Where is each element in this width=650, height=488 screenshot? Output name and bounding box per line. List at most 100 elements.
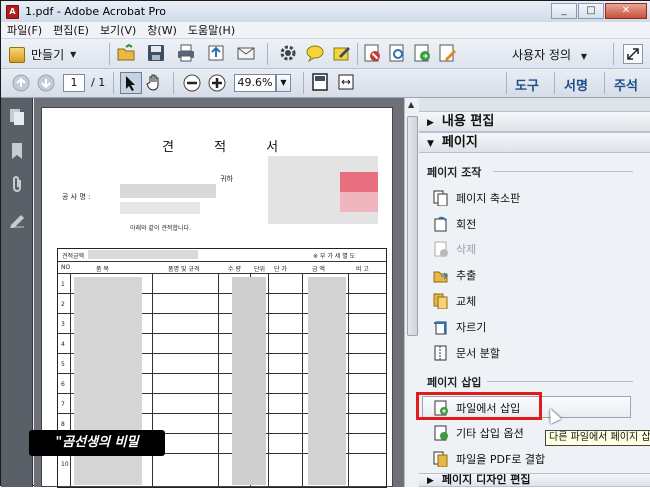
combine-icon (433, 451, 448, 467)
tool-more-insert-label: 기타 삽입 옵션 (456, 427, 524, 440)
navigation-pane (1, 98, 33, 487)
pages-thumbnail-icon[interactable] (9, 108, 25, 126)
document-title: 견 적 서 (162, 140, 297, 155)
redact-icon (364, 44, 380, 62)
more-insert-icon (434, 425, 448, 441)
tool-more-insert[interactable]: 기타 삽입 옵션 (433, 425, 524, 441)
tool-thumbnails[interactable]: 페이지 축소판 (433, 190, 520, 206)
open-button[interactable] (117, 44, 135, 62)
tab-tools[interactable]: 도구 (515, 75, 539, 94)
app-window: A 1.pdf - Adobe Acrobat Pro _ □ ✕ 파일(F) … (0, 0, 650, 488)
scroll-up-icon[interactable]: ▲ (408, 100, 414, 109)
table-header-vat: ※ 부 가 세 별 도 (313, 253, 356, 260)
column-qty: 수 량 (228, 266, 241, 273)
zoom-dropdown[interactable]: ▼ (276, 74, 291, 92)
group-insert-pages: 페이지 삽입 (427, 376, 482, 389)
redact-button[interactable] (363, 44, 381, 62)
watermark-caption: "곰선생의 비밀 (29, 430, 165, 456)
customize-dropdown[interactable]: 사용자 정의 ▼ (512, 46, 587, 63)
table-line (58, 273, 386, 274)
tool-replace[interactable]: 교체 (433, 293, 476, 309)
hand-tool-button[interactable] (146, 73, 164, 91)
next-page-button[interactable] (37, 74, 55, 92)
zoom-out-button[interactable] (183, 74, 201, 92)
document-upload-icon (208, 45, 224, 61)
select-tool-button[interactable] (120, 72, 142, 94)
print-button[interactable] (177, 44, 195, 62)
toolbar-separator (554, 72, 555, 94)
tool-extract[interactable]: 추출 (433, 267, 476, 283)
maximize-button[interactable]: □ (578, 3, 604, 19)
company-stamp (340, 172, 378, 192)
full-screen-mode-button[interactable] (337, 73, 355, 91)
zoom-level-input[interactable]: 49.6% (234, 74, 276, 92)
tool-delete[interactable]: 삭제 (433, 241, 476, 257)
fullscreen-button[interactable] (623, 44, 643, 64)
open-folder-icon (117, 44, 135, 61)
share-button[interactable] (207, 44, 225, 62)
tool-combine[interactable]: 파일을 PDF로 결합 (433, 451, 545, 467)
page-number-input[interactable]: 1 (63, 74, 85, 92)
vertical-scrollbar[interactable]: ▲ (404, 98, 419, 487)
section-pages[interactable]: ▼ 페이지 (419, 132, 650, 153)
save-button[interactable] (147, 44, 165, 62)
attachment-icon[interactable] (9, 176, 25, 194)
scrollbar-thumb[interactable] (407, 116, 418, 336)
close-button[interactable]: ✕ (605, 3, 647, 19)
email-icon (237, 47, 255, 60)
menu-edit[interactable]: 편집(E) (53, 22, 89, 38)
comment-button[interactable] (306, 44, 324, 62)
redacted-amount (88, 250, 198, 259)
tool-crop-label: 자르기 (456, 321, 487, 334)
chevron-down-icon: ▼ (70, 50, 77, 59)
row-number: 3 (61, 321, 65, 328)
email-button[interactable] (237, 44, 255, 62)
hand-icon (146, 74, 159, 91)
minimize-button[interactable]: _ (551, 3, 577, 19)
menu-window[interactable]: 창(W) (147, 22, 177, 38)
company-label: 공 사 명 : (62, 193, 91, 201)
row-number: 1 (61, 281, 65, 288)
column-price: 단 가 (274, 266, 287, 273)
estimate-message: 아래와 같이 견적합니다. (130, 225, 191, 232)
tool-split[interactable]: 문서 분할 (433, 345, 500, 361)
document-view[interactable]: 견 적 서 귀하 공 사 명 : 아래와 같이 견적합니다. 견적금액 ※ 부 … (34, 98, 404, 488)
create-button[interactable]: 만들기 ▼ (9, 45, 76, 64)
crop-icon (434, 321, 447, 335)
section-page-design-label: 페이지 디자인 편집 (441, 473, 531, 486)
table-line (268, 273, 269, 488)
cursor-arrow-icon (126, 76, 135, 91)
group-divider (493, 171, 633, 172)
settings-button[interactable] (279, 44, 297, 62)
thumbnails-icon (433, 190, 448, 206)
zoom-in-button[interactable] (208, 74, 226, 92)
bookmark-icon[interactable] (9, 142, 25, 160)
create-icon (9, 46, 25, 63)
menu-help[interactable]: 도움말(H) (188, 22, 235, 38)
toolbar-separator (604, 72, 605, 94)
previous-page-button[interactable] (12, 74, 30, 92)
fit-page-button[interactable] (311, 73, 329, 91)
edit-doc-button[interactable] (438, 44, 456, 62)
collapsed-triangle-icon: ▶ (427, 476, 434, 486)
tool-crop[interactable]: 자르기 (433, 319, 486, 335)
signature-pen-icon[interactable] (9, 210, 25, 228)
window-controls: _ □ ✕ (550, 3, 647, 19)
column-unit: 단위 (254, 266, 266, 273)
menu-view[interactable]: 보기(V) (100, 22, 136, 38)
section-page-design[interactable]: ▶ 페이지 디자인 편집 (419, 473, 650, 487)
search-doc-button[interactable] (388, 44, 406, 62)
toolbar-separator (267, 43, 268, 65)
toolbar-separator (113, 72, 114, 94)
row-number: 8 (61, 421, 65, 428)
chevron-down-icon: ▼ (580, 52, 587, 61)
section-content-edit[interactable]: ▶ 내용 편집 (419, 111, 650, 132)
tab-comment[interactable]: 주석 (614, 75, 638, 94)
menu-file[interactable]: 파일(F) (7, 22, 42, 38)
honorific-text: 귀하 (220, 175, 233, 183)
tab-sign[interactable]: 서명 (564, 75, 588, 94)
export-button[interactable] (413, 44, 431, 62)
sign-button[interactable] (333, 44, 351, 62)
section-content-edit-label: 내용 편집 (441, 114, 495, 129)
tool-rotate[interactable]: 회전 (433, 216, 476, 232)
